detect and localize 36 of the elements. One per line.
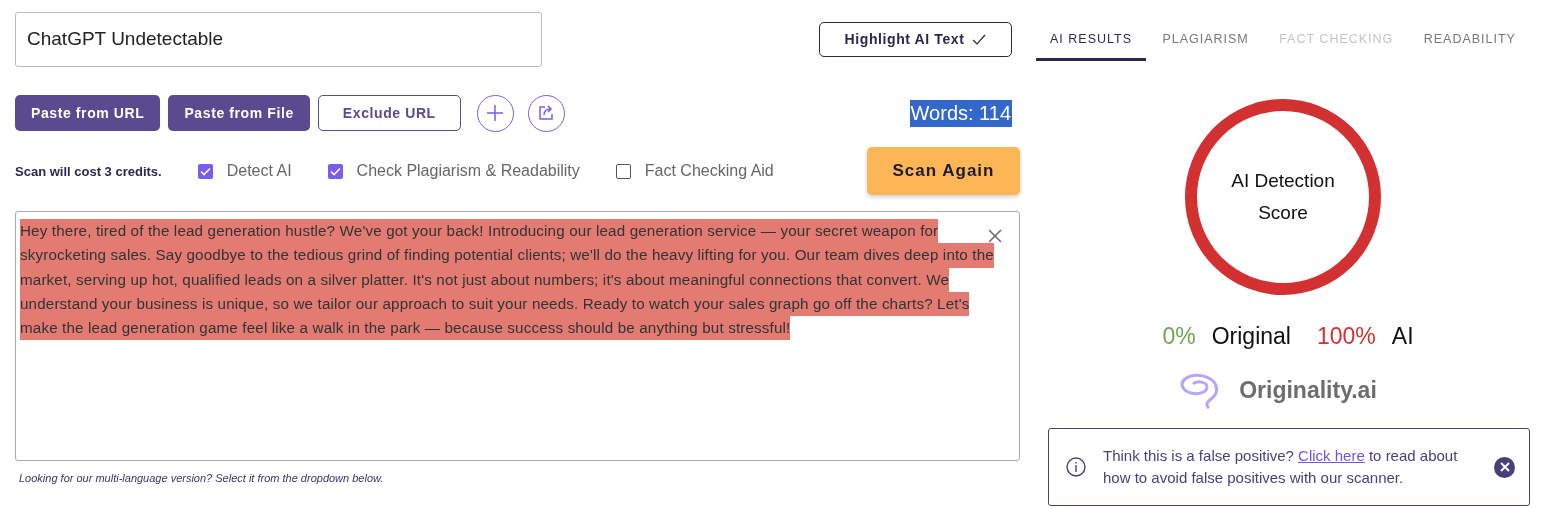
- logo-text: Originality.ai: [1239, 376, 1377, 404]
- ai-percent: 100%: [1316, 323, 1376, 350]
- notice-text: Think this is a false positive? Click here to read about how to avoid false positives with our scanner.: [1103, 446, 1459, 488]
- ai-label: AI: [1391, 323, 1414, 350]
- share-button[interactable]: [527, 94, 565, 132]
- language-hint: Looking for our multi-language version? Select it from the dropdown below.: [19, 472, 385, 484]
- checkbox[interactable]: [327, 163, 343, 179]
- checkbox[interactable]: [615, 163, 631, 179]
- cost-note: Scan will cost 3 credits.: [15, 163, 162, 179]
- close-icon[interactable]: [987, 228, 1003, 244]
- exclude-url-button[interactable]: Exclude URL: [317, 95, 461, 131]
- option-label: Detect AI: [226, 162, 292, 180]
- paste-button[interactable]: Paste from File: [168, 95, 310, 131]
- score-label: AI Detection Score: [1230, 169, 1336, 225]
- text-editor[interactable]: [15, 211, 1020, 461]
- option-label: Fact Checking Aid: [644, 162, 774, 180]
- original-label: Original: [1211, 323, 1291, 350]
- paste-button[interactable]: Paste from URL: [15, 95, 161, 131]
- check-icon: [972, 33, 987, 45]
- add-button[interactable]: [476, 94, 514, 132]
- tab[interactable]: READABILITY: [1409, 19, 1530, 61]
- original-percent: 0%: [1162, 323, 1196, 350]
- plus-icon: [486, 104, 505, 122]
- scan-button[interactable]: Scan Again: [867, 147, 1020, 195]
- tab[interactable]: PLAGIARISM: [1148, 19, 1263, 61]
- word-count: Words: 114: [909, 99, 1012, 127]
- click-here-link[interactable]: Click here: [1298, 447, 1365, 464]
- title-field[interactable]: ChatGPT Undetectable: [15, 11, 542, 67]
- info-icon: [1066, 457, 1086, 477]
- close-button[interactable]: [1494, 456, 1515, 478]
- highlight-ai-button[interactable]: Highlight AI Text: [819, 21, 1012, 57]
- share-icon: [537, 104, 556, 122]
- tab[interactable]: AI RESULTS: [1036, 19, 1146, 61]
- close-icon: [1499, 462, 1510, 472]
- checkbox[interactable]: [197, 163, 213, 179]
- option-label: Check Plagiarism & Readability: [356, 162, 580, 180]
